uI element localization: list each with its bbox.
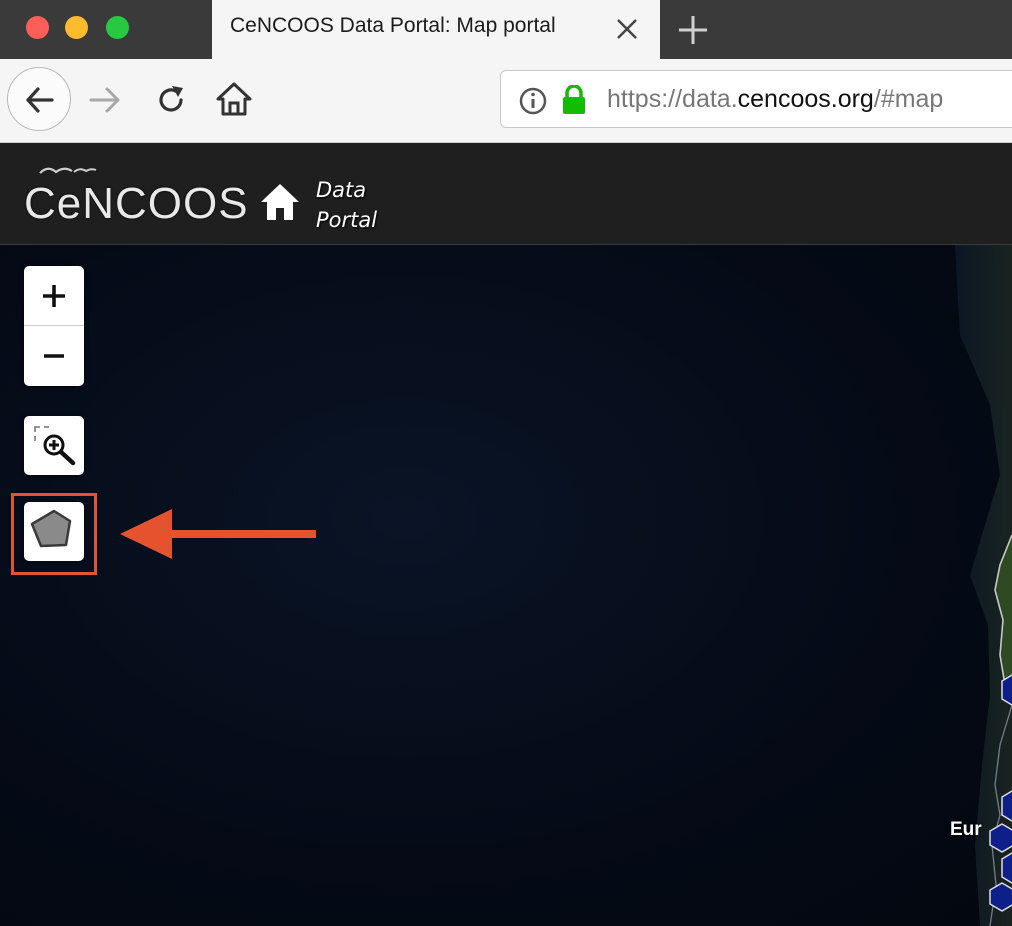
browser-toolbar: https://data.cencoos.org/#map [0, 59, 1012, 143]
back-arrow-icon [26, 87, 54, 113]
window-maximize-button[interactable] [106, 16, 129, 39]
pointer-arrow-icon [120, 509, 316, 559]
data-portal-link[interactable]: Data Portal [316, 175, 406, 235]
station-marker[interactable] [989, 882, 1012, 912]
portal-label-line1: Data [316, 178, 367, 202]
seabird-logo-icon [39, 167, 97, 174]
station-marker[interactable] [1001, 852, 1012, 884]
browser-tab-bar: CeNCOOS Data Portal: Map portal [0, 0, 1012, 59]
station-marker[interactable] [1001, 790, 1012, 822]
url-prefix: https://data. [607, 85, 738, 113]
portal-label-line2: Portal [316, 208, 378, 232]
site-header: CeNCOOS Data Portal [0, 143, 1012, 246]
portal-home-icon[interactable] [260, 183, 300, 221]
window-minimize-button[interactable] [65, 16, 88, 39]
zoom-to-box-button[interactable] [24, 416, 84, 475]
zoom-out-button[interactable] [24, 326, 84, 385]
zoom-in-button[interactable] [24, 266, 84, 326]
plus-icon [43, 284, 65, 307]
station-markers-layer [989, 674, 1012, 912]
window-close-button[interactable] [26, 16, 49, 39]
address-bar[interactable]: https://data.cencoos.org/#map [500, 70, 1012, 128]
tab-title: CeNCOOS Data Portal: Map portal [230, 14, 556, 37]
logo-text: CeNCOOS [24, 179, 249, 228]
map-canvas[interactable]: Eur [0, 245, 1012, 926]
back-button[interactable] [7, 67, 71, 131]
url-text: https://data.cencoos.org/#map [607, 85, 943, 114]
secure-lock-icon [563, 85, 585, 114]
new-tab-icon[interactable] [676, 13, 710, 47]
forward-arrow-icon[interactable] [88, 83, 122, 117]
active-tab[interactable]: CeNCOOS Data Portal: Map portal [212, 0, 660, 59]
site-info-icon[interactable] [519, 87, 547, 115]
zoom-box-magnifier-icon [34, 426, 76, 466]
home-icon[interactable] [216, 81, 252, 117]
map-place-label: Eur [950, 819, 982, 840]
url-domain: cencoos.org [737, 85, 874, 113]
minus-icon [44, 353, 64, 358]
reload-icon[interactable] [154, 83, 188, 117]
close-tab-icon[interactable] [612, 14, 642, 44]
station-marker[interactable] [1001, 674, 1012, 706]
url-suffix: /#map [873, 85, 944, 113]
station-marker[interactable] [989, 823, 1012, 853]
highlight-box [11, 493, 97, 575]
zoom-control [24, 266, 84, 386]
